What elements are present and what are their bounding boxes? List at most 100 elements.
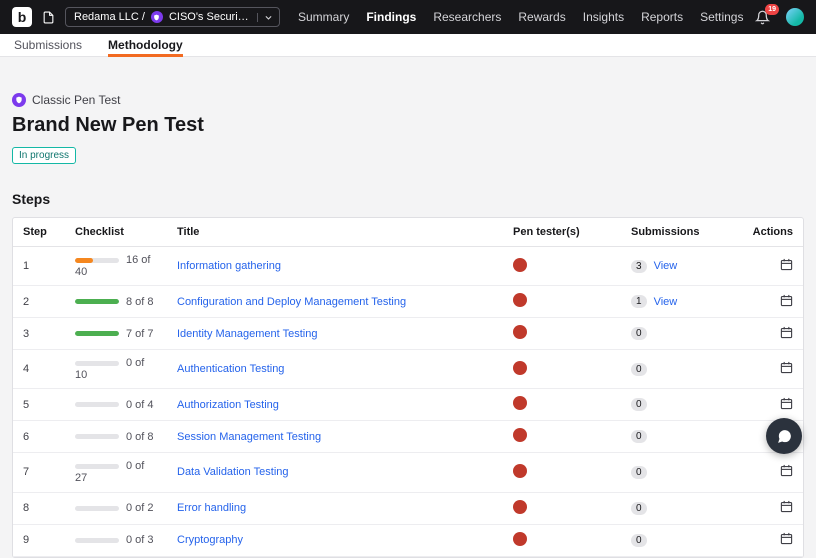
- nav-item-settings[interactable]: Settings: [700, 10, 743, 24]
- submissions-cell: 0: [621, 318, 739, 350]
- top-navbar: b Redama LLC / CISO's Security Pro... Su…: [0, 0, 816, 34]
- notifications-bell-icon[interactable]: 19: [755, 10, 770, 25]
- actions-cell: [739, 453, 803, 492]
- submission-count-badge: 0: [631, 398, 647, 411]
- notification-count-badge: 19: [765, 4, 779, 15]
- submissions-cell: 0: [621, 492, 739, 524]
- org-program-switcher[interactable]: Redama LLC / CISO's Security Pro...: [65, 7, 280, 27]
- step-title-link[interactable]: Cryptography: [177, 534, 243, 546]
- submissions-cell: 0: [621, 389, 739, 421]
- submissions-cell: 1 View: [621, 286, 739, 318]
- col-step: Step: [13, 218, 65, 247]
- pen-tester-cell: [503, 524, 621, 556]
- nav-item-researchers[interactable]: Researchers: [433, 10, 501, 24]
- step-number-cell: 6: [13, 421, 65, 453]
- col-actions: Actions: [739, 218, 803, 247]
- nav-item-rewards[interactable]: Rewards: [518, 10, 565, 24]
- step-title-link[interactable]: Data Validation Testing: [177, 466, 289, 478]
- program-type: Classic Pen Test: [12, 93, 804, 107]
- pen-tester-avatar: [513, 258, 527, 272]
- checklist-cell: 0 of 27: [65, 453, 167, 492]
- nav-item-findings[interactable]: Findings: [366, 10, 416, 24]
- table-row: 4 0 of 10 Authentication Testing 0: [13, 350, 803, 389]
- program-icon: [151, 11, 163, 23]
- step-title-link[interactable]: Error handling: [177, 502, 246, 514]
- pen-tester-cell: [503, 318, 621, 350]
- checklist-progress-bar: [75, 538, 119, 543]
- actions-icon[interactable]: [780, 361, 793, 374]
- step-number-cell: 3: [13, 318, 65, 350]
- bugcrowd-logo[interactable]: b: [12, 7, 32, 27]
- actions-icon[interactable]: [780, 258, 793, 271]
- submission-count-badge: 0: [631, 534, 647, 547]
- col-title: Title: [167, 218, 503, 247]
- pen-tester-avatar: [513, 500, 527, 514]
- status-badge: In progress: [12, 147, 76, 164]
- page-title: Brand New Pen Test: [12, 114, 804, 137]
- nav-item-insights[interactable]: Insights: [583, 10, 624, 24]
- nav-item-reports[interactable]: Reports: [641, 10, 683, 24]
- actions-icon[interactable]: [780, 464, 793, 477]
- pen-tester-cell: [503, 421, 621, 453]
- checklist-count: 0 of 2: [126, 502, 154, 514]
- user-avatar[interactable]: [786, 8, 804, 26]
- step-number-cell: 2: [13, 286, 65, 318]
- table-header-row: Step Checklist Title Pen tester(s) Submi…: [13, 218, 803, 247]
- submissions-cell: 0: [621, 524, 739, 556]
- progress-fill: [75, 258, 93, 263]
- table-row: 7 0 of 27 Data Validation Testing 0: [13, 453, 803, 492]
- title-cell: Session Management Testing: [167, 421, 503, 453]
- submission-count-badge: 1: [631, 295, 647, 308]
- table-row: 9 0 of 3 Cryptography 0: [13, 524, 803, 556]
- actions-icon[interactable]: [780, 532, 793, 545]
- checklist-progress-bar: [75, 258, 119, 263]
- pen-tester-avatar: [513, 293, 527, 307]
- checklist-progress-bar: [75, 464, 119, 469]
- pen-tester-cell: [503, 350, 621, 389]
- pen-tester-avatar: [513, 396, 527, 410]
- submissions-cell: 0: [621, 421, 739, 453]
- pen-tester-avatar: [513, 361, 527, 375]
- actions-icon[interactable]: [780, 326, 793, 339]
- step-title-link[interactable]: Session Management Testing: [177, 431, 321, 443]
- submission-count-badge: 0: [631, 430, 647, 443]
- view-link[interactable]: View: [654, 296, 678, 308]
- actions-icon[interactable]: [780, 500, 793, 513]
- step-title-link[interactable]: Information gathering: [177, 260, 281, 272]
- table-row: 6 0 of 8 Session Management Testing 0: [13, 421, 803, 453]
- view-link[interactable]: View: [654, 260, 678, 272]
- nav-item-summary[interactable]: Summary: [298, 10, 349, 24]
- submission-count-badge: 0: [631, 466, 647, 479]
- step-title-link[interactable]: Authentication Testing: [177, 363, 284, 375]
- step-title-link[interactable]: Identity Management Testing: [177, 328, 317, 340]
- pen-tester-cell: [503, 453, 621, 492]
- checklist-cell: 0 of 8: [65, 421, 167, 453]
- title-cell: Error handling: [167, 492, 503, 524]
- table-row: 1 16 of 40 Information gathering 3View: [13, 247, 803, 286]
- checklist-count: 0 of 4: [126, 399, 154, 411]
- actions-icon[interactable]: [780, 294, 793, 307]
- step-number-cell: 5: [13, 389, 65, 421]
- actions-icon[interactable]: [780, 397, 793, 410]
- table-row: 8 0 of 2 Error handling 0: [13, 492, 803, 524]
- checklist-count: 8 of 8: [126, 296, 154, 308]
- actions-cell: [739, 286, 803, 318]
- steps-table: Step Checklist Title Pen tester(s) Submi…: [13, 218, 803, 557]
- checklist-cell: 0 of 2: [65, 492, 167, 524]
- actions-cell: [739, 318, 803, 350]
- navbar-right: 19: [755, 8, 804, 26]
- pen-tester-cell: [503, 389, 621, 421]
- step-number-cell: 8: [13, 492, 65, 524]
- step-number-cell: 4: [13, 350, 65, 389]
- tab-methodology[interactable]: Methodology: [108, 34, 183, 57]
- tab-submissions[interactable]: Submissions: [14, 34, 82, 57]
- table-row: 3 7 of 7 Identity Management Testing 0: [13, 318, 803, 350]
- main-content: Classic Pen Test Brand New Pen Test In p…: [0, 93, 816, 558]
- chat-launcher-button[interactable]: [766, 418, 802, 454]
- submissions-cell: 0: [621, 453, 739, 492]
- title-cell: Configuration and Deploy Management Test…: [167, 286, 503, 318]
- step-title-link[interactable]: Configuration and Deploy Management Test…: [177, 296, 406, 308]
- document-icon[interactable]: [42, 10, 55, 25]
- step-title-link[interactable]: Authorization Testing: [177, 399, 279, 411]
- title-cell: Identity Management Testing: [167, 318, 503, 350]
